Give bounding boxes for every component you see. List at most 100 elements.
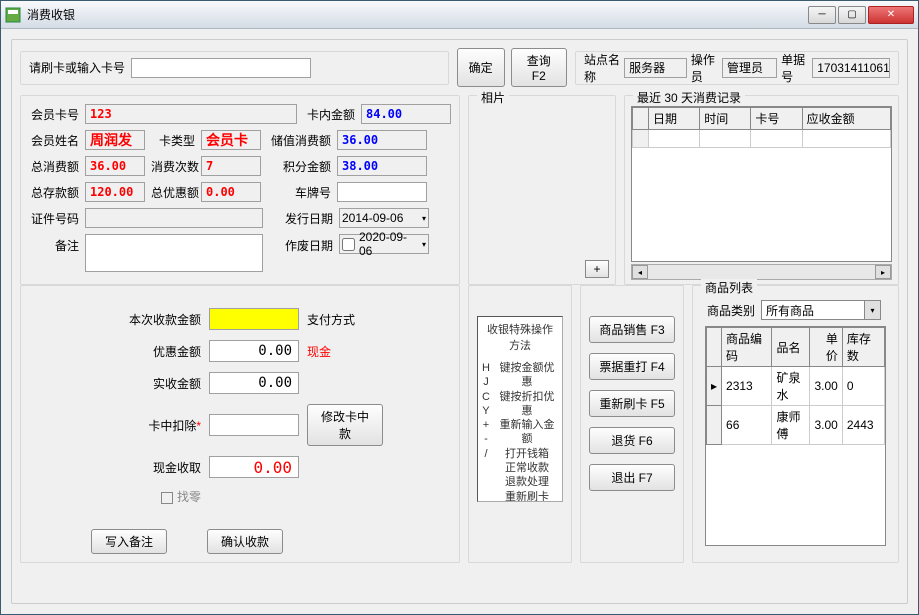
- paytype-value: 现金: [307, 343, 447, 360]
- type-value: 会员卡: [201, 130, 261, 150]
- total-consume-value: 36.00: [85, 156, 145, 176]
- col-name[interactable]: 品名: [772, 328, 810, 367]
- return-button[interactable]: 退货 F6: [589, 427, 675, 454]
- card-swipe-panel: 请刷卡或输入卡号: [20, 51, 449, 85]
- actual-label: 实收金额: [65, 375, 201, 392]
- action-panel: 商品销售 F3 票据重打 F4 重新刷卡 F5 退货 F6 退出 F7: [580, 285, 684, 563]
- consume-cnt-label: 消费次数: [151, 158, 195, 175]
- query-button[interactable]: 查询 F2: [511, 48, 567, 87]
- col-receivable[interactable]: 应收金额: [802, 108, 890, 130]
- stored-value: 36.00: [337, 130, 427, 150]
- plate-label: 车牌号: [267, 184, 331, 201]
- plate-value[interactable]: [337, 182, 427, 202]
- ok-button[interactable]: 确定: [457, 48, 505, 87]
- modify-deduct-button[interactable]: 修改卡中款: [307, 404, 383, 446]
- table-row[interactable]: ▸2313矿泉水3.000: [707, 367, 885, 406]
- void-label: 作废日期: [269, 234, 333, 254]
- photo-add-button[interactable]: +: [585, 260, 609, 278]
- deduct-label: 卡中扣除*: [65, 417, 201, 434]
- reprint-button[interactable]: 票据重打 F4: [589, 353, 675, 380]
- scroll-left-icon[interactable]: ◂: [632, 265, 648, 279]
- photo-panel: 相片 +: [468, 95, 616, 285]
- product-table[interactable]: 商品编码 品名 单价 库存数 ▸2313矿泉水3.00066康师傅3.00244…: [705, 326, 886, 546]
- cash-label: 现金收取: [65, 459, 201, 476]
- col-price[interactable]: 单价: [810, 328, 843, 367]
- rescan-button[interactable]: 重新刷卡 F5: [589, 390, 675, 417]
- card-amt-value: 84.00: [361, 104, 451, 124]
- product-list-panel: 商品列表 商品类别 所有商品 ▾ 商品编码 品名: [692, 285, 899, 563]
- total-deposit-value: 120.00: [85, 182, 145, 202]
- total-discount-label: 总优惠额: [151, 184, 195, 201]
- close-button[interactable]: ✕: [868, 6, 914, 24]
- maximize-button[interactable]: ▢: [838, 6, 866, 24]
- recent-records-panel: 最近 30 天消费记录 日期 时间 卡号 应收金额: [624, 95, 899, 285]
- total-discount-value: 0.00: [201, 182, 261, 202]
- void-date-picker[interactable]: 2020-09-06▾: [339, 234, 429, 254]
- docno-label: 单据号: [781, 51, 808, 85]
- void-date-checkbox[interactable]: [342, 238, 355, 251]
- stored-label: 储值消费额: [267, 132, 331, 149]
- card-number-input[interactable]: [131, 58, 311, 78]
- header-info-panel: 站点名称 服务器 操作员 管理员 单据号 17031411061212: [575, 51, 899, 85]
- help-title: 收银特殊操作方法: [482, 321, 558, 353]
- change-checkbox[interactable]: [161, 492, 173, 504]
- minimize-button[interactable]: ─: [808, 6, 836, 24]
- chevron-down-icon: ▾: [422, 214, 426, 223]
- title-bar[interactable]: 消费收银 ─ ▢ ✕: [1, 1, 918, 29]
- col-cardno[interactable]: 卡号: [751, 108, 802, 130]
- product-sale-button[interactable]: 商品销售 F3: [589, 316, 675, 343]
- deduct-value[interactable]: [209, 414, 299, 436]
- help-panel: 收银特殊操作方法 HJCY+-/ 键按金额优惠键按折扣优惠重新输入金额打开钱箱正…: [468, 285, 572, 563]
- col-time[interactable]: 时间: [700, 108, 751, 130]
- idno-value: [85, 208, 263, 228]
- payment-panel: 本次收款金额 支付方式 优惠金额 0.00 现金 实收金额 0.00 卡中扣除*…: [20, 285, 460, 563]
- remark-label: 备注: [29, 234, 79, 254]
- recent-legend: 最近 30 天消费记录: [633, 89, 745, 106]
- col-code[interactable]: 商品编码: [722, 328, 772, 367]
- chevron-down-icon: ▾: [864, 301, 880, 319]
- name-label: 会员姓名: [29, 132, 79, 149]
- docno-value: 17031411061212: [812, 58, 890, 78]
- points-label: 积分金额: [267, 158, 331, 175]
- issue-date-picker[interactable]: 2014-09-06▾: [339, 208, 429, 228]
- product-legend: 商品列表: [701, 279, 757, 296]
- row-selector-header: [633, 108, 649, 130]
- total-consume-label: 总消费额: [29, 158, 79, 175]
- help-content: 收银特殊操作方法 HJCY+-/ 键按金额优惠键按折扣优惠重新输入金额打开钱箱正…: [477, 316, 563, 502]
- member-info-panel: 会员卡号 123 卡内金额 84.00 会员姓名 周润发 卡类型 会员卡 储值消…: [20, 95, 460, 285]
- operator-label: 操作员: [691, 51, 718, 85]
- amount-input[interactable]: [209, 308, 299, 330]
- recent-table[interactable]: 日期 时间 卡号 应收金额: [631, 106, 892, 262]
- window-title: 消费收银: [27, 6, 806, 23]
- help-texts: 键按金额优惠键按折扣优惠重新输入金额打开钱箱正常收款退款处理重新刷卡: [496, 361, 558, 502]
- site-label: 站点名称: [584, 51, 620, 85]
- operator-value: 管理员: [722, 58, 777, 78]
- swipe-prompt-label: 请刷卡或输入卡号: [29, 59, 125, 76]
- discount-value[interactable]: 0.00: [209, 340, 299, 362]
- photo-legend: 相片: [477, 89, 509, 106]
- exit-button[interactable]: 退出 F7: [589, 464, 675, 491]
- issue-label: 发行日期: [269, 210, 333, 227]
- col-stock[interactable]: 库存数: [842, 328, 884, 367]
- consume-cnt-value: 7: [201, 156, 261, 176]
- points-value: 38.00: [337, 156, 427, 176]
- write-remark-button[interactable]: 写入备注: [91, 529, 167, 554]
- paytype-label: 支付方式: [307, 311, 447, 328]
- discount-label: 优惠金额: [65, 343, 201, 360]
- name-value: 周润发: [85, 130, 145, 150]
- recent-scrollbar[interactable]: ◂ ▸: [631, 264, 892, 280]
- category-select[interactable]: 所有商品 ▾: [761, 300, 881, 320]
- scroll-right-icon[interactable]: ▸: [875, 265, 891, 279]
- col-date[interactable]: 日期: [649, 108, 700, 130]
- chevron-down-icon: ▾: [422, 240, 426, 249]
- amount-label: 本次收款金额: [65, 311, 201, 328]
- help-keys: HJCY+-/: [482, 361, 490, 502]
- outer-frame: 请刷卡或输入卡号 确定 查询 F2 站点名称 服务器 操作员 管理员 单据号 1…: [11, 39, 908, 604]
- table-row[interactable]: 66康师傅3.002443: [707, 406, 885, 445]
- confirm-payment-button[interactable]: 确认收款: [207, 529, 283, 554]
- remark-textarea[interactable]: [85, 234, 263, 272]
- site-value: 服务器: [624, 58, 687, 78]
- card-amt-label: 卡内金额: [303, 106, 355, 123]
- actual-value: 0.00: [209, 372, 299, 394]
- app-window: 消费收银 ─ ▢ ✕ 请刷卡或输入卡号 确定 查询 F2 站点名称 服务器: [0, 0, 919, 615]
